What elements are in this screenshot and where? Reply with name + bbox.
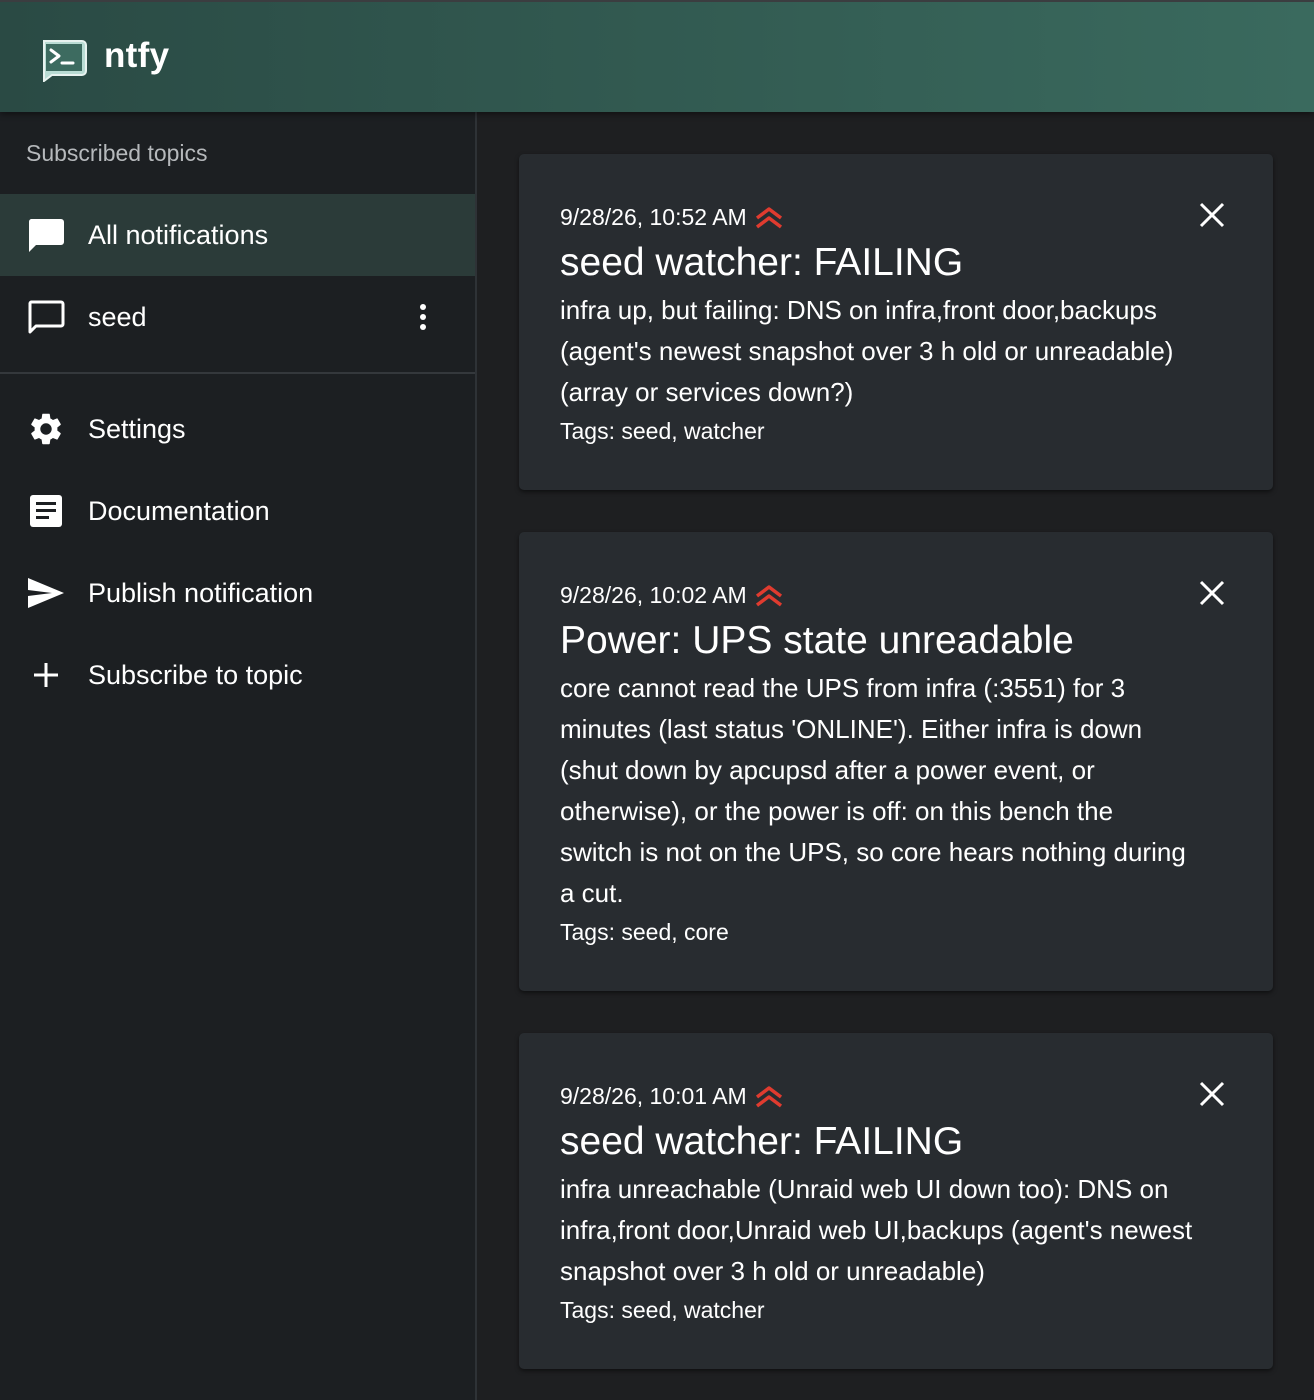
terminal-logo-icon[interactable]	[38, 38, 88, 82]
notification-date: 9/28/26, 10:01 AM	[560, 1083, 783, 1110]
plus-icon	[26, 655, 66, 695]
notification-card: 9/28/26, 10:01 AM seed watcher: FAILING …	[519, 1033, 1273, 1369]
app-title: ntfy	[104, 36, 170, 75]
sidebar-item-label: Settings	[88, 413, 186, 444]
notification-message: infra unreachable (Unraid web UI down to…	[560, 1174, 1193, 1286]
notification-card: 9/28/26, 10:02 AM Power: UPS state unrea…	[519, 532, 1273, 991]
sidebar-item-all-notifications[interactable]: All notifications	[0, 194, 475, 276]
sidebar-item-seed[interactable]: seed	[0, 276, 475, 358]
sidebar-divider	[0, 372, 475, 374]
notification-card: 9/28/26, 10:52 AM seed watcher: FAILING …	[519, 154, 1273, 490]
close-icon[interactable]	[1195, 576, 1229, 610]
notification-message: infra up, but failing: DNS on infra,fron…	[560, 295, 1174, 407]
sidebar-item-subscribe-to-topic[interactable]: Subscribe to topic	[0, 634, 475, 716]
notification-title: Power: UPS state unreadable	[560, 619, 1074, 662]
sidebar-item-label: seed	[88, 301, 147, 332]
sidebar-item-settings[interactable]: Settings	[0, 388, 475, 470]
notification-date: 9/28/26, 10:02 AM	[560, 582, 783, 609]
sidebar-item-label: Documentation	[88, 495, 270, 526]
notification-message: core cannot read the UPS from infra (:35…	[560, 673, 1186, 908]
sidebar-item-label: Subscribe to topic	[88, 659, 303, 690]
more-vert-icon[interactable]	[408, 297, 438, 337]
sidebar-heading: Subscribed topics	[26, 140, 208, 166]
sidebar-item-documentation[interactable]: Documentation	[0, 470, 475, 552]
sidebar-item-label: Publish notification	[88, 577, 314, 608]
notification-tags: Tags: seed, watcher	[560, 1297, 765, 1323]
notification-date: 9/28/26, 10:52 AM	[560, 204, 783, 231]
document-icon	[26, 491, 66, 531]
send-icon	[26, 573, 66, 613]
chat-bubble-filled-icon	[26, 215, 66, 255]
close-icon[interactable]	[1195, 198, 1229, 232]
sidebar-item-label: All notifications	[88, 219, 269, 250]
priority-high-icon	[755, 584, 782, 606]
chat-bubble-outline-icon	[26, 297, 66, 337]
close-icon[interactable]	[1195, 1077, 1229, 1111]
priority-high-icon	[755, 206, 782, 228]
app-bar: ntfy	[0, 0, 1314, 112]
notification-title: seed watcher: FAILING	[560, 241, 964, 284]
priority-high-icon	[755, 1085, 782, 1107]
notification-tags: Tags: seed, core	[560, 919, 729, 945]
sidebar-item-publish-notification[interactable]: Publish notification	[0, 552, 475, 634]
notification-title: seed watcher: FAILING	[560, 1120, 964, 1163]
gear-icon	[26, 409, 66, 449]
notification-tags: Tags: seed, watcher	[560, 418, 765, 444]
